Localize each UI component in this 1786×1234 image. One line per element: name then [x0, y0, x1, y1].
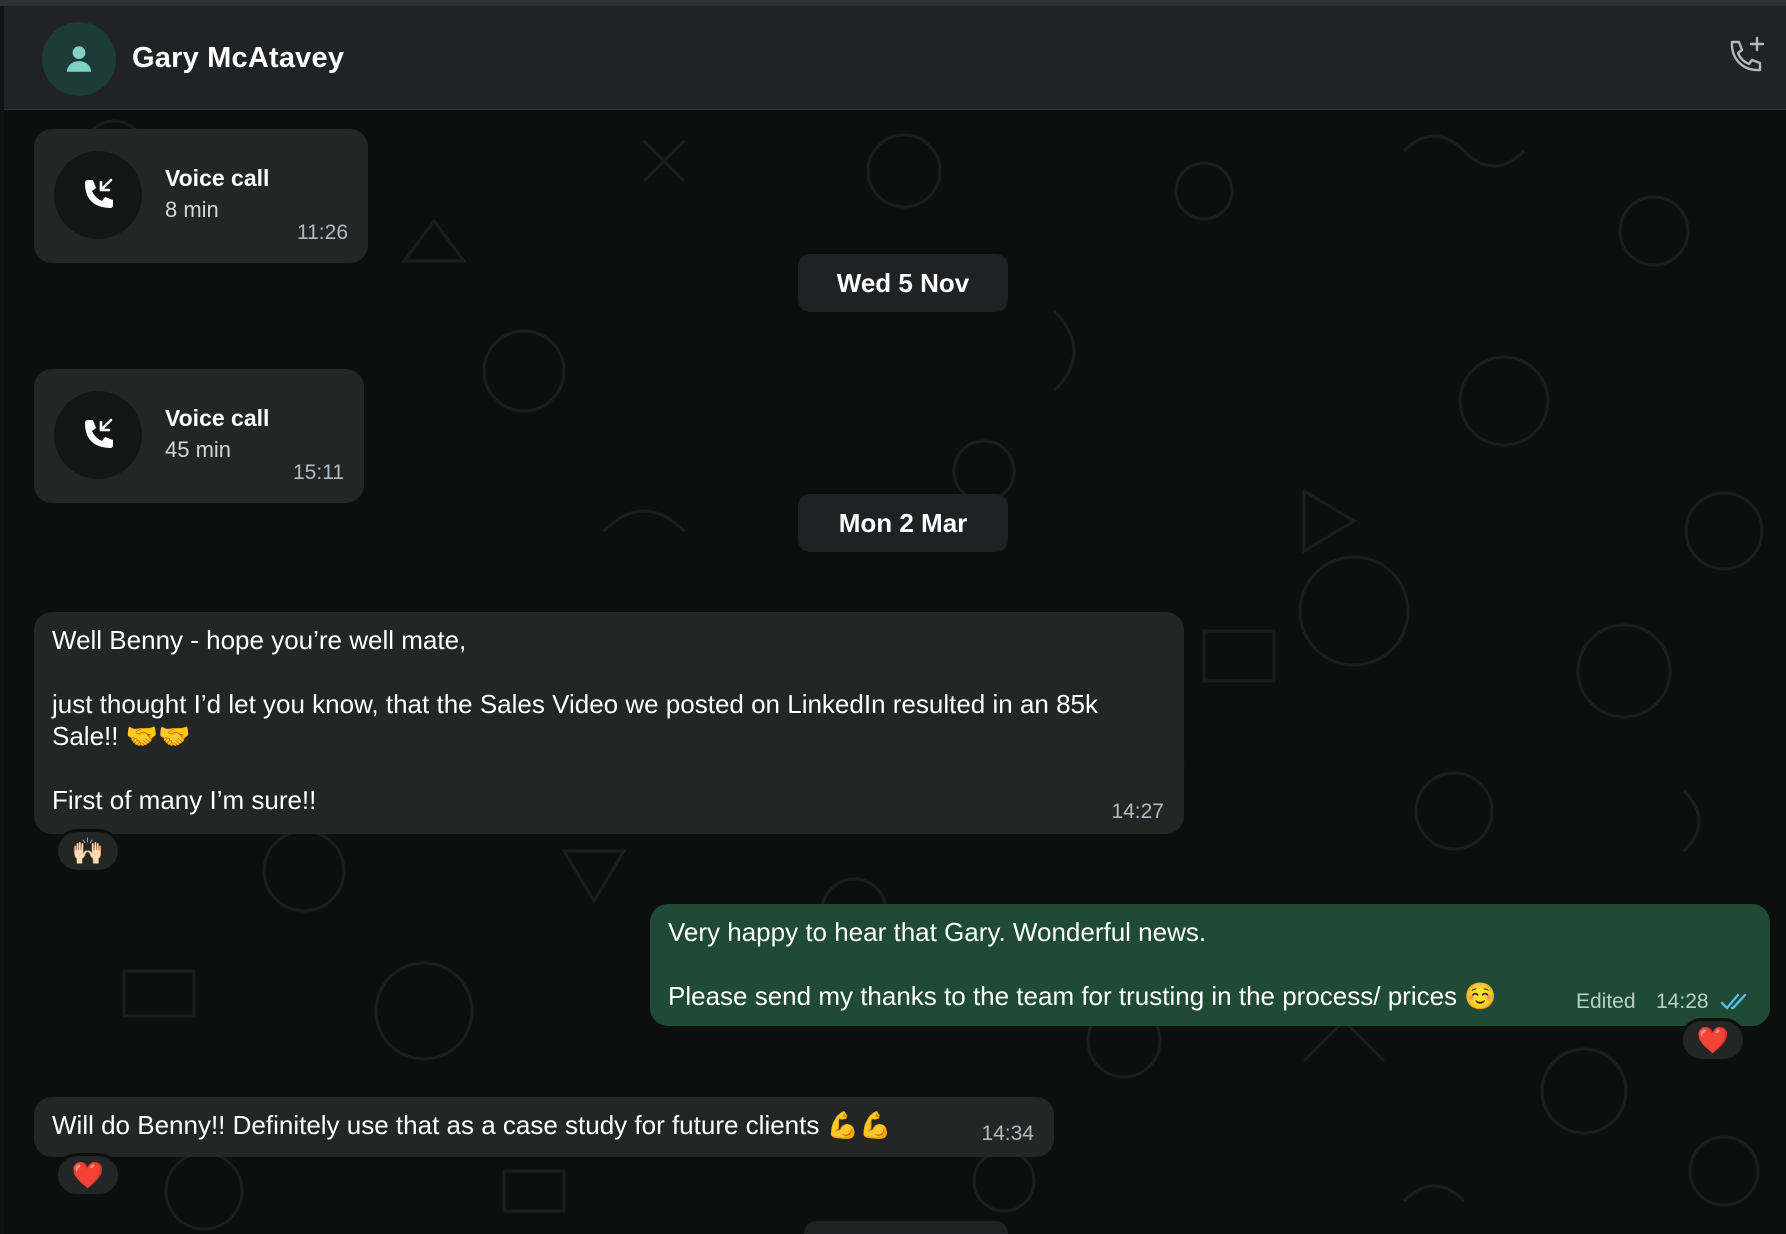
call-icon-badge [54, 391, 142, 479]
call-icon-badge [54, 151, 142, 239]
incoming-message[interactable]: Well Benny - hope you’re well mate, just… [34, 612, 1184, 834]
call-title: Voice call [165, 165, 270, 191]
message-text: Will do Benny!! Definitely use that as a… [52, 1110, 892, 1140]
read-receipt-icon [1720, 993, 1747, 1010]
date-divider-partial [804, 1221, 1008, 1234]
outgoing-message[interactable]: Very happy to hear that Gary. Wonderful … [650, 904, 1770, 1026]
message-reaction[interactable]: ❤️ [55, 1153, 121, 1197]
incoming-call-icon [85, 178, 113, 208]
call-title: Voice call [165, 405, 270, 431]
voice-call-card[interactable]: Voice call 45 min 15:11 [34, 369, 364, 503]
incoming-message[interactable]: Will do Benny!! Definitely use that as a… [34, 1097, 1054, 1157]
message-time: 14:34 [981, 1122, 1034, 1145]
message-text: Very happy to hear that Gary. Wonderful … [668, 917, 1497, 1011]
call-duration: 8 min [165, 197, 219, 222]
contact-name[interactable]: Gary McAtavey [132, 42, 344, 75]
date-divider: Wed 5 Nov [798, 254, 1008, 312]
voice-call-card[interactable]: Voice call 8 min 11:26 [34, 129, 368, 263]
call-time: 11:26 [297, 221, 348, 244]
message-time: 14:27 [1111, 800, 1164, 823]
call-duration: 45 min [165, 437, 232, 462]
conversation-pane[interactable]: Voice call 8 min 11:26 Wed 5 Nov Voice c… [4, 111, 1786, 1234]
edited-label: Edited [1576, 990, 1636, 1013]
contact-avatar[interactable] [42, 22, 116, 96]
add-call-button[interactable] [1722, 34, 1768, 80]
message-reaction[interactable]: 🙌🏻 [55, 829, 121, 873]
chat-header: Gary McAtavey [4, 6, 1786, 110]
phone-plus-icon [1730, 36, 1765, 72]
message-reaction[interactable]: ❤️ [1680, 1018, 1746, 1062]
incoming-call-icon [85, 418, 113, 448]
person-icon [66, 46, 92, 72]
date-divider: Mon 2 Mar [798, 494, 1008, 552]
message-text: Well Benny - hope you’re well mate, just… [52, 625, 1099, 815]
call-time: 15:11 [293, 461, 344, 484]
message-time: 14:28 [1656, 990, 1709, 1013]
